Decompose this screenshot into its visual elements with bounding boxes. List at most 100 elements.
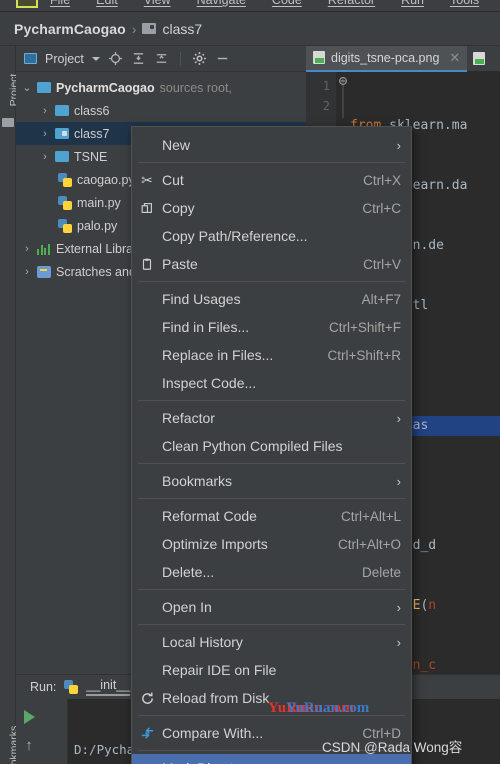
expand-all-icon[interactable]	[131, 51, 146, 66]
menu-item-reformat-code[interactable]: Reformat Code Ctrl+Alt+L	[132, 502, 411, 530]
menu-item-label: Delete...	[162, 564, 215, 580]
chevron-right-icon[interactable]: ›	[40, 128, 50, 140]
reload-icon	[132, 691, 162, 706]
breadcrumb-folder[interactable]: class7	[162, 21, 202, 37]
toolbar-divider	[179, 51, 181, 66]
chevron-right-icon[interactable]: ›	[40, 105, 50, 117]
menu-item-label: Bookmarks	[162, 473, 233, 489]
menu-item-label: Local History	[162, 634, 243, 650]
menu-tools[interactable]: Tools	[450, 0, 479, 7]
editor-tab-digits-tsne-pca[interactable]: digits_tsne-pca.png ✕	[306, 45, 468, 72]
menu-navigate[interactable]: Navigate	[197, 0, 246, 7]
collapse-all-icon[interactable]	[154, 51, 169, 66]
menu-item-inspect-code[interactable]: Inspect Code...	[132, 369, 411, 397]
menu-edit[interactable]: Edit	[96, 0, 118, 7]
breadcrumb: PycharmCaogao › class7	[0, 12, 500, 46]
menu-item-optimize-imports[interactable]: Optimize Imports Ctrl+Alt+O	[132, 530, 411, 558]
menu-item-delete[interactable]: Delete... Delete	[132, 558, 411, 586]
folder-icon	[55, 105, 69, 116]
chevron-right-icon: ›	[396, 634, 401, 650]
close-icon[interactable]: ✕	[449, 50, 460, 66]
menu-item-bookmarks[interactable]: Bookmarks ›	[132, 467, 411, 495]
menu-item-open-in[interactable]: Open In ›	[132, 593, 411, 621]
menu-item-find-usages[interactable]: Find Usages Alt+F7	[132, 285, 411, 313]
run-side-toolbar: ↑ 🔧 ↓	[16, 699, 68, 764]
run-label: Run:	[30, 680, 57, 694]
scratches-icon	[37, 265, 51, 278]
pycharm-logo-icon	[16, 0, 38, 8]
menu-run[interactable]: Run	[401, 0, 424, 7]
menu-separator	[138, 162, 405, 163]
chevron-right-icon[interactable]: ›	[22, 266, 32, 278]
breadcrumb-project[interactable]: PycharmCaogao	[14, 21, 126, 37]
settings-gear-icon[interactable]	[192, 51, 207, 66]
menu-separator	[138, 281, 405, 282]
chevron-right-icon[interactable]: ›	[22, 243, 32, 255]
up-arrow-icon[interactable]: ↑	[16, 731, 42, 759]
menu-item-shortcut: Delete	[361, 564, 401, 580]
tree-row-pycharmcaogao[interactable]: ⌄ PycharmCaogao sources root,	[16, 76, 306, 99]
menu-item-clean-python-compiled-files[interactable]: Clean Python Compiled Files	[132, 432, 411, 460]
folder-icon	[55, 151, 69, 162]
chevron-down-icon[interactable]	[91, 56, 100, 61]
folder-icon	[37, 82, 51, 93]
menu-item-shortcut: Alt+F7	[361, 291, 401, 307]
menu-item-new[interactable]: New ›	[132, 131, 411, 159]
python-icon	[64, 680, 79, 694]
compare-icon	[132, 726, 162, 741]
left-tool-strip: Project Bookmarks	[0, 46, 20, 764]
tree-row-class6[interactable]: › class6	[16, 99, 306, 122]
menu-item-label: Reformat Code	[162, 508, 257, 524]
menu-file[interactable]: File	[50, 0, 70, 7]
menu-item-copy[interactable]: Copy Ctrl+C	[132, 194, 411, 222]
chevron-right-icon: ›	[396, 410, 401, 426]
python-file-icon	[58, 218, 72, 233]
menu-code[interactable]: Code	[272, 0, 302, 7]
chevron-right-icon: ›	[396, 599, 401, 615]
menu-separator	[138, 624, 405, 625]
tree-label: PycharmCaogao	[56, 80, 155, 95]
chevron-down-icon[interactable]: ⌄	[22, 81, 32, 94]
watermark-blue: YuRuan.com	[286, 700, 370, 716]
menu-item-label: Replace in Files...	[162, 347, 274, 363]
menu-item-label: Optimize Imports	[162, 536, 268, 552]
menu-refactor[interactable]: Refactor	[328, 0, 375, 7]
project-tool-title: Project	[45, 51, 84, 66]
external-libraries-icon	[37, 243, 51, 255]
menu-item-label: Find in Files...	[162, 319, 250, 335]
context-menu[interactable]: New › ✂ Cut Ctrl+X Copy Ctrl+C Copy Path…	[131, 126, 412, 764]
menu-item-repair-ide-on-file[interactable]: Repair IDE on File	[132, 656, 411, 684]
menu-item-find-in-files[interactable]: Find in Files... Ctrl+Shift+F	[132, 313, 411, 341]
menu-item-shortcut: Ctrl+Alt+L	[340, 508, 401, 524]
menu-item-local-history[interactable]: Local History ›	[132, 628, 411, 656]
line-number: 1	[322, 79, 330, 93]
menu-item-paste[interactable]: Paste Ctrl+V	[132, 250, 411, 278]
run-icon[interactable]	[16, 703, 42, 731]
menu-view[interactable]: View	[144, 0, 171, 7]
chevron-right-icon[interactable]: ›	[40, 151, 50, 163]
run-config-tab[interactable]: __init__	[86, 678, 131, 696]
menu-item-replace-in-files[interactable]: Replace in Files... Ctrl+Shift+R	[132, 341, 411, 369]
tree-label: class7	[74, 126, 110, 141]
menu-item-refactor[interactable]: Refactor ›	[132, 404, 411, 432]
tree-label: palo.py	[77, 218, 118, 233]
line-number: 2	[322, 99, 330, 113]
tree-label: TSNE	[74, 149, 108, 164]
editor-tab-label: digits_tsne-pca.png	[331, 50, 440, 65]
minimize-icon[interactable]	[215, 51, 230, 66]
project-toolbar: Project	[16, 46, 306, 72]
chevron-right-icon: ›	[396, 137, 401, 153]
tree-label: caogao.py	[77, 172, 135, 187]
menu-item-copy-path-reference[interactable]: Copy Path/Reference...	[132, 222, 411, 250]
menu-item-shortcut: Ctrl+X	[363, 172, 401, 188]
chevron-right-icon: ›	[397, 761, 401, 764]
wrench-icon[interactable]: 🔧	[16, 759, 42, 764]
image-file-icon	[313, 51, 325, 64]
menu-bar-items[interactable]: File Edit View Navigate Code Refactor Ru…	[50, 0, 500, 7]
watermark-csdn: CSDN @Rada Wong容	[322, 740, 463, 755]
menu-item-cut[interactable]: ✂ Cut Ctrl+X	[132, 166, 411, 194]
menu-item-label: Mark Directory as	[162, 760, 387, 764]
editor-tab-secondary[interactable]	[467, 52, 491, 65]
locate-target-icon[interactable]	[108, 51, 123, 66]
python-file-icon	[58, 172, 72, 187]
